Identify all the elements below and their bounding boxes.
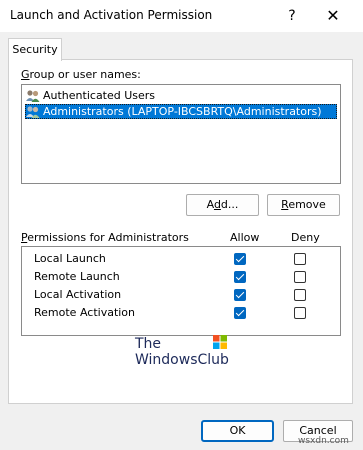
- deny-checkbox[interactable]: [294, 289, 306, 301]
- site-watermark: wsxdn.com: [298, 436, 349, 446]
- permission-label: Local Launch: [34, 252, 106, 265]
- user-group-icon: [25, 89, 41, 103]
- allow-column-header: Allow: [230, 231, 260, 244]
- user-listbox[interactable]: Authenticated Users Administrators (LAPT…: [21, 84, 341, 184]
- permission-row-local-activation: Local Activation: [22, 286, 340, 304]
- permission-label: Local Activation: [34, 288, 122, 301]
- list-item-authenticated-users[interactable]: Authenticated Users: [25, 88, 337, 103]
- allow-checkbox[interactable]: [234, 289, 246, 301]
- permission-label: Remote Activation: [34, 306, 136, 319]
- permission-row-remote-activation: Remote Activation: [22, 304, 340, 322]
- permissions-header: Permissions for Administrators: [21, 231, 189, 244]
- deny-checkbox[interactable]: [294, 307, 306, 319]
- window-title: Launch and Activation Permission: [10, 8, 213, 22]
- deny-checkbox[interactable]: [294, 271, 306, 283]
- help-button[interactable]: ?: [277, 4, 307, 28]
- permission-row-local-launch: Local Launch: [22, 250, 340, 268]
- windows-logo-icon: [213, 335, 227, 349]
- allow-checkbox[interactable]: [234, 271, 246, 283]
- permission-label: Remote Launch: [34, 270, 120, 283]
- allow-checkbox[interactable]: [234, 253, 246, 265]
- permissions-list: Local Launch Remote Launch Local Activat…: [21, 246, 341, 336]
- tab-security-label: Security: [12, 43, 58, 56]
- ok-button[interactable]: OK: [201, 420, 274, 442]
- tab-security[interactable]: Security: [8, 38, 62, 61]
- remove-button[interactable]: Remove: [267, 194, 340, 216]
- list-item-administrators[interactable]: Administrators (LAPTOP-IBCSBRTQ\Administ…: [25, 104, 337, 119]
- user-name: Authenticated Users: [43, 89, 156, 102]
- deny-column-header: Deny: [291, 231, 320, 244]
- group-or-user-names-label: Group or user names:: [21, 68, 141, 81]
- deny-checkbox[interactable]: [294, 253, 306, 265]
- user-name: Administrators (LAPTOP-IBCSBRTQ\Administ…: [43, 105, 322, 118]
- close-button[interactable]: ✕: [318, 4, 348, 28]
- permission-row-remote-launch: Remote Launch: [22, 268, 340, 286]
- add-button[interactable]: Add...: [186, 194, 259, 216]
- user-group-icon: [25, 105, 41, 119]
- allow-checkbox[interactable]: [234, 307, 246, 319]
